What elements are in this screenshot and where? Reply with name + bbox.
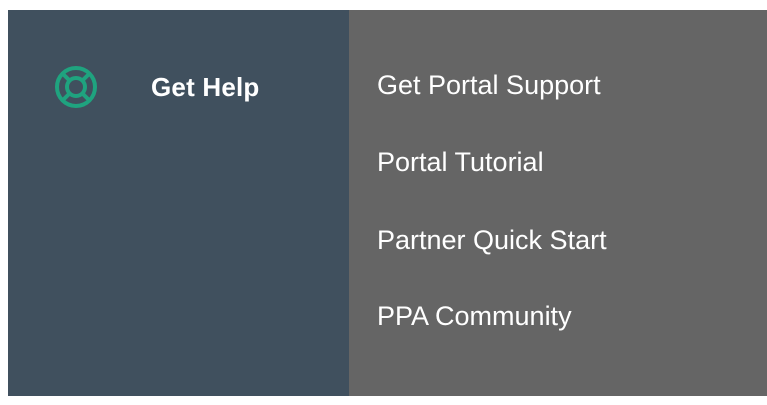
menu-item-get-portal-support[interactable]: Get Portal Support (377, 70, 601, 101)
lifebuoy-icon (53, 64, 99, 110)
help-links-panel (349, 10, 767, 396)
help-category-panel: Get Help (8, 10, 349, 396)
get-help-category[interactable]: Get Help (53, 64, 260, 110)
get-help-label: Get Help (151, 71, 260, 102)
menu-item-ppa-community[interactable]: PPA Community (377, 301, 572, 332)
menu-item-portal-tutorial[interactable]: Portal Tutorial (377, 147, 544, 178)
help-menu-flyout: Get Help (8, 10, 767, 396)
menu-item-partner-quick-start[interactable]: Partner Quick Start (377, 225, 607, 256)
